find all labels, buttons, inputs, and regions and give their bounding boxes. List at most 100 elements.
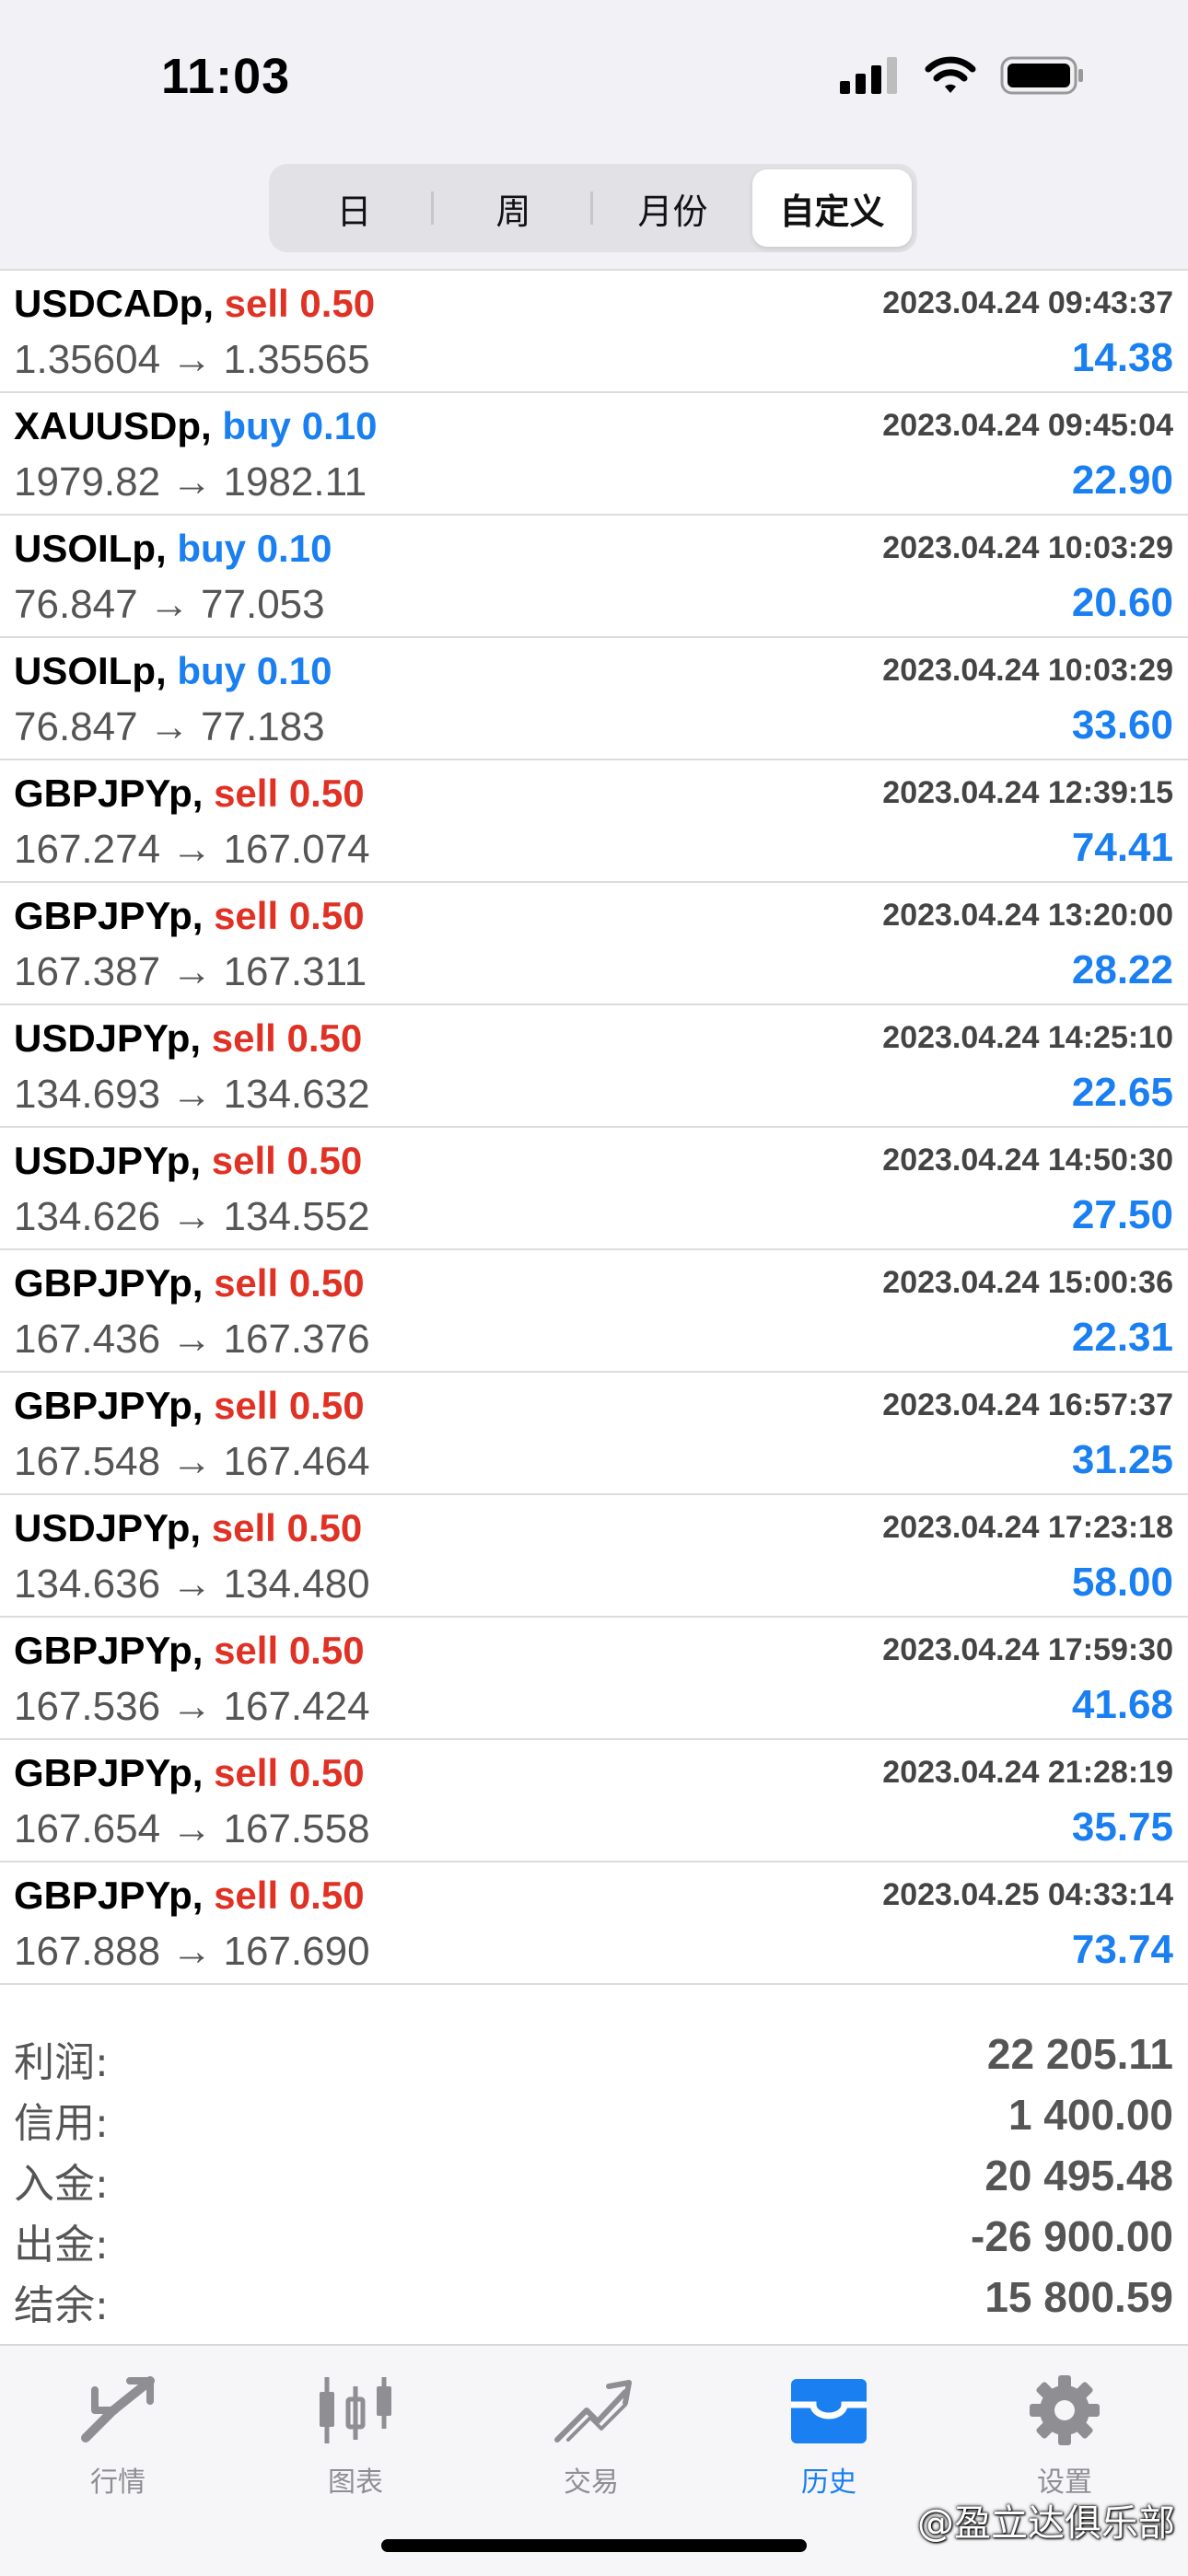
order-profit: 73.74 (1071, 1927, 1173, 1972)
order-prices: 167.387 → 167.311 (14, 949, 367, 994)
order-row[interactable]: GBPJPYp, sell 0.50 167.536 → 167.424 202… (0, 1618, 1188, 1740)
order-side: sell (211, 1139, 276, 1182)
order-profit: 28.22 (1071, 947, 1173, 992)
quotes-icon (76, 2373, 159, 2452)
summary-label: 信用: (14, 2100, 109, 2147)
order-symbol: GBPJPYp, (14, 772, 204, 815)
order-profit: 22.90 (1071, 458, 1173, 503)
order-symbol: GBPJPYp, (14, 1261, 204, 1305)
order-datetime: 2023.04.24 13:20:00 (882, 898, 1173, 933)
tab-label: 图表 (328, 2466, 383, 2499)
order-side: sell (214, 1261, 279, 1305)
order-prices: 1979.82 → 1982.11 (14, 459, 367, 505)
battery-icon (1000, 56, 1085, 99)
segment-day[interactable]: 日 (274, 169, 434, 247)
order-side: sell (214, 772, 279, 815)
summary-withdrawal: 出金: -26 900.00 (0, 2204, 1188, 2269)
order-symbol: USOILp, (14, 527, 167, 570)
order-prices: 167.654 → 167.558 (14, 1806, 370, 1851)
summary-label: 利润: (14, 2039, 109, 2086)
order-profit: 74.41 (1071, 825, 1173, 870)
order-side: sell (211, 1506, 276, 1549)
order-side: buy (177, 649, 247, 692)
order-row[interactable]: GBPJPYp, sell 0.50 167.654 → 167.558 202… (0, 1740, 1188, 1862)
order-prices: 134.693 → 134.632 (14, 1072, 370, 1117)
order-profit: 27.50 (1071, 1192, 1173, 1237)
summary-value: 1 400.00 (1007, 2091, 1173, 2139)
order-volume: 0.50 (286, 1506, 363, 1549)
order-row[interactable]: USOILp, buy 0.10 76.847 → 77.053 2023.04… (0, 516, 1188, 638)
order-prices: 167.548 → 167.464 (14, 1439, 370, 1484)
order-row[interactable]: GBPJPYp, sell 0.50 167.888 → 167.690 202… (0, 1862, 1188, 1985)
tab-settings[interactable]: 设置 (991, 2373, 1138, 2500)
order-prices: 134.626 → 134.552 (14, 1194, 370, 1239)
order-datetime: 2023.04.24 14:50:30 (882, 1143, 1173, 1178)
order-datetime: 2023.04.24 12:39:15 (882, 775, 1173, 810)
summary-label: 结余: (14, 2282, 109, 2329)
summary-value: 20 495.48 (984, 2152, 1173, 2199)
order-datetime: 2023.04.24 10:03:29 (882, 530, 1173, 565)
order-prices: 167.274 → 167.074 (14, 827, 370, 872)
order-datetime: 2023.04.24 17:59:30 (882, 1632, 1173, 1667)
order-profit: 33.60 (1071, 702, 1173, 748)
order-symbol: XAUUSDp, (14, 404, 212, 447)
order-side: sell (214, 1384, 279, 1427)
order-symbol: GBPJPYp, (14, 1874, 204, 1917)
order-row[interactable]: XAUUSDp, buy 0.10 1979.82 → 1982.11 2023… (0, 393, 1188, 516)
order-symbol: USDJPYp, (14, 1506, 202, 1549)
order-side: sell (214, 1874, 279, 1917)
tab-label: 行情 (90, 2466, 146, 2499)
order-profit: 20.60 (1071, 580, 1173, 625)
status-icons (840, 56, 1085, 99)
order-symbol: USOILp, (14, 649, 167, 692)
order-row[interactable]: GBPJPYp, sell 0.50 167.548 → 167.464 202… (0, 1373, 1188, 1495)
order-datetime: 2023.04.24 15:00:36 (882, 1265, 1173, 1300)
order-prices: 167.436 → 167.376 (14, 1317, 370, 1362)
account-summary: 利润: 22 205.11 信用: 1 400.00 入金: 20 495.48… (0, 2022, 1188, 2329)
tab-trade[interactable]: 交易 (518, 2373, 665, 2500)
order-datetime: 2023.04.24 16:57:37 (882, 1387, 1173, 1422)
summary-credit: 信用: 1 400.00 (0, 2083, 1188, 2147)
order-volume: 0.10 (301, 404, 378, 447)
order-prices: 167.536 → 167.424 (14, 1684, 370, 1729)
segment-month[interactable]: 月份 (593, 169, 752, 247)
segment-custom[interactable]: 自定义 (752, 169, 912, 247)
summary-value: -26 900.00 (971, 2212, 1173, 2260)
tab-history[interactable]: 历史 (755, 2373, 903, 2500)
order-datetime: 2023.04.24 14:25:10 (882, 1020, 1173, 1055)
tab-chart[interactable]: 图表 (282, 2373, 429, 2500)
order-row[interactable]: GBPJPYp, sell 0.50 167.387 → 167.311 202… (0, 883, 1188, 1005)
summary-profit: 利润: 22 205.11 (0, 2022, 1188, 2086)
order-symbol: GBPJPYp, (14, 1384, 204, 1427)
order-profit: 22.65 (1071, 1070, 1173, 1115)
cellular-signal-icon (840, 56, 901, 99)
order-row[interactable]: USDCADp, sell 0.50 1.35604 → 1.35565 202… (0, 271, 1188, 393)
summary-label: 入金: (14, 2161, 109, 2208)
order-row[interactable]: USDJPYp, sell 0.50 134.636 → 134.480 202… (0, 1495, 1188, 1618)
segment-week[interactable]: 周 (434, 169, 593, 247)
order-symbol: GBPJPYp, (14, 1629, 204, 1672)
order-row[interactable]: GBPJPYp, sell 0.50 167.436 → 167.376 202… (0, 1250, 1188, 1373)
order-volume: 0.50 (288, 1384, 365, 1427)
tab-quotes[interactable]: 行情 (44, 2373, 192, 2500)
settings-icon (1023, 2373, 1106, 2452)
order-prices: 167.888 → 167.690 (14, 1929, 370, 1974)
home-indicator[interactable] (381, 2539, 807, 2552)
order-row[interactable]: GBPJPYp, sell 0.50 167.274 → 167.074 202… (0, 760, 1188, 883)
summary-deposit: 入金: 20 495.48 (0, 2143, 1188, 2208)
order-row[interactable]: USDJPYp, sell 0.50 134.626 → 134.552 202… (0, 1128, 1188, 1250)
status-time: 11:03 (161, 49, 291, 104)
order-row[interactable]: USOILp, buy 0.10 76.847 → 77.183 2023.04… (0, 638, 1188, 760)
order-profit: 58.00 (1071, 1560, 1173, 1605)
order-symbol: GBPJPYp, (14, 894, 204, 937)
order-row[interactable]: USDJPYp, sell 0.50 134.693 → 134.632 202… (0, 1005, 1188, 1128)
order-symbol: USDJPYp, (14, 1016, 202, 1060)
order-datetime: 2023.04.25 04:33:14 (882, 1877, 1173, 1912)
order-profit: 41.68 (1071, 1682, 1173, 1727)
order-datetime: 2023.04.24 09:45:04 (882, 408, 1173, 443)
summary-label: 出金: (14, 2222, 109, 2269)
wifi-icon (925, 56, 976, 99)
tab-label: 交易 (564, 2466, 619, 2499)
order-datetime: 2023.04.24 17:23:18 (882, 1510, 1173, 1545)
order-side: sell (224, 282, 289, 325)
